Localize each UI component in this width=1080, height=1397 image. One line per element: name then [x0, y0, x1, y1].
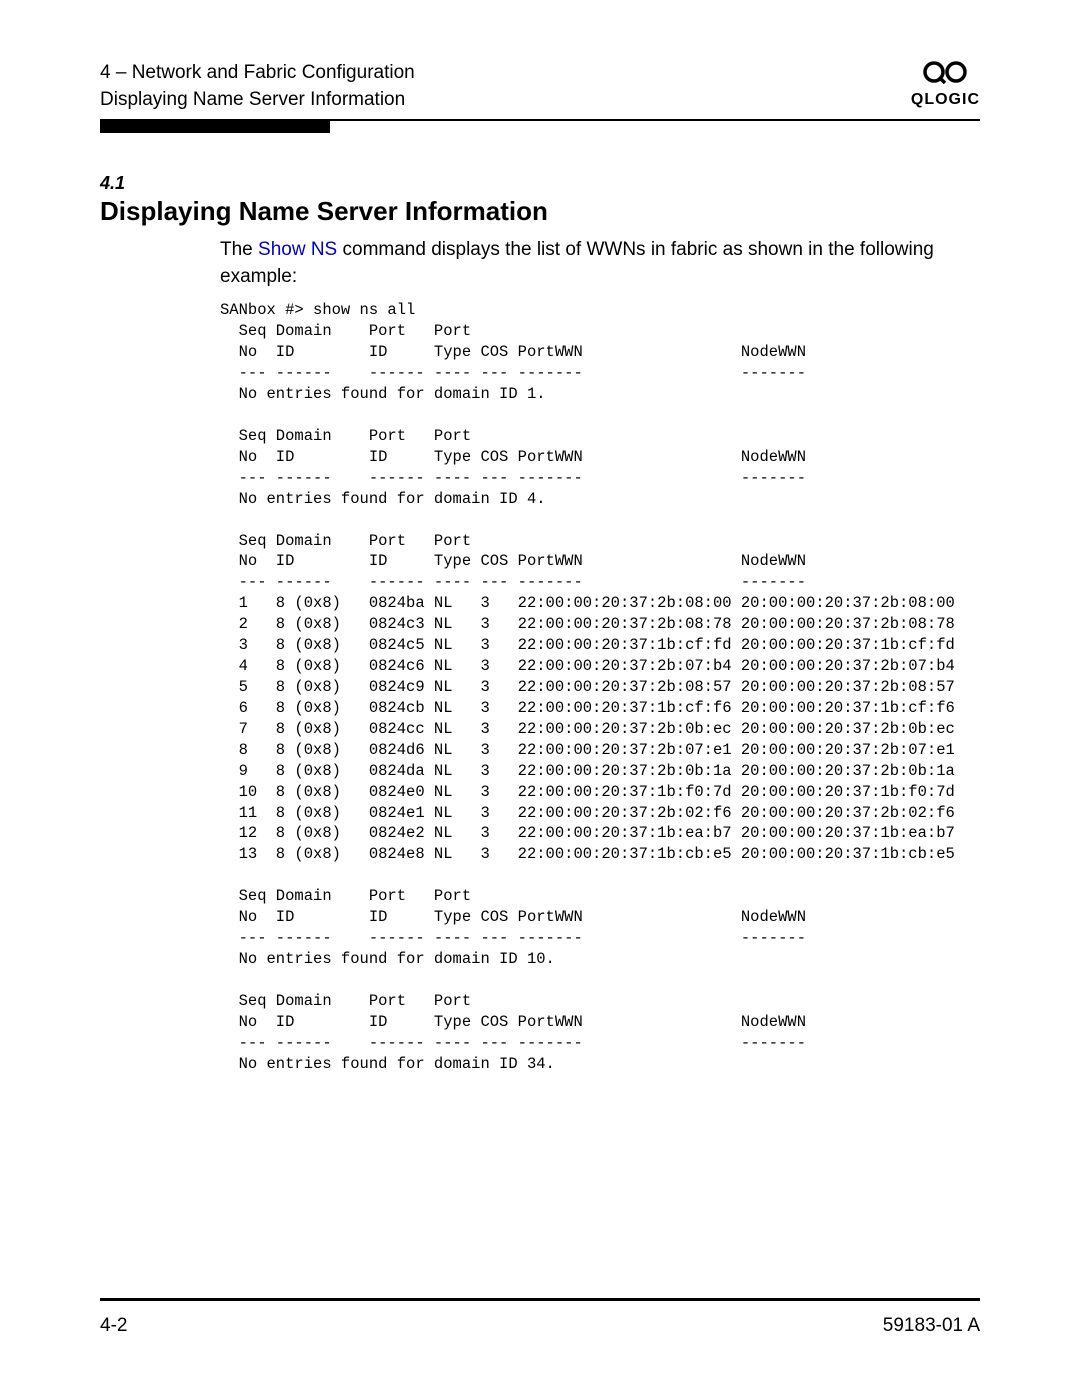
brand-logo: QLOGIC [911, 60, 980, 109]
chapter-line: 4 – Network and Fabric Configuration [100, 60, 415, 87]
doc-number: 59183-01 A [883, 1315, 980, 1337]
show-ns-link[interactable]: Show NS [258, 239, 337, 260]
header-subtitle: Displaying Name Server Information [100, 87, 415, 114]
footer-row: 4-2 59183-01 A [100, 1315, 980, 1337]
section-title: Displaying Name Server Information [100, 196, 980, 227]
page-header: 4 – Network and Fabric Configuration Dis… [100, 60, 980, 113]
header-text-block: 4 – Network and Fabric Configuration Dis… [100, 60, 415, 113]
brand-name: QLOGIC [911, 91, 980, 109]
page-number: 4-2 [100, 1315, 127, 1337]
page: 4 – Network and Fabric Configuration Dis… [0, 0, 1080, 1397]
intro-paragraph: The Show NS command displays the list of… [220, 237, 980, 290]
footer-divider [100, 1298, 980, 1301]
qlogic-logo-icon [911, 60, 980, 91]
intro-prefix: The [220, 239, 258, 260]
page-footer: 4-2 59183-01 A [100, 1298, 980, 1337]
header-accent-bar [100, 119, 330, 133]
cli-output: SANbox #> show ns all Seq Domain Port Po… [220, 300, 980, 1074]
logo-svg [922, 60, 968, 84]
section-number: 4.1 [100, 173, 980, 194]
